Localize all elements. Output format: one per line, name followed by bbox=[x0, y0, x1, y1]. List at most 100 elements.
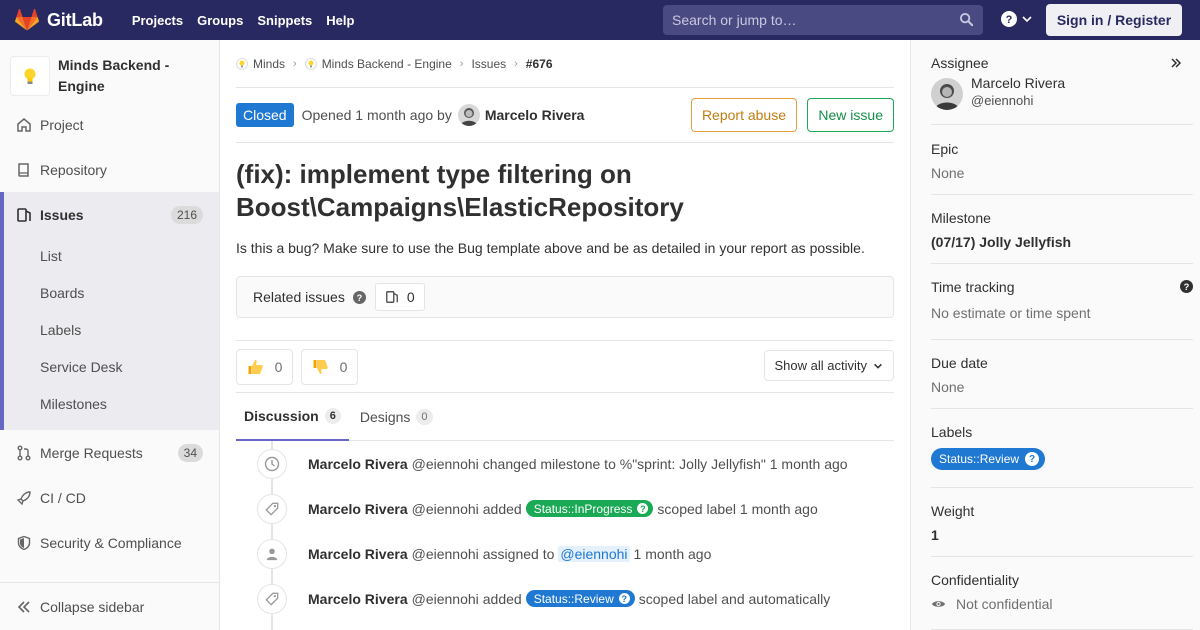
sidebar-item-label: Issues bbox=[40, 206, 84, 223]
thumbs-down-button[interactable]: 0 bbox=[301, 348, 358, 385]
tab-label: Discussion bbox=[244, 407, 319, 424]
nav-links: Projects Groups Snippets Help bbox=[125, 13, 362, 28]
nav-groups[interactable]: Groups bbox=[190, 13, 250, 28]
event-text: added bbox=[482, 500, 522, 517]
epic-title: Epic bbox=[931, 141, 959, 157]
assignee-name: Marcelo Rivera bbox=[971, 75, 1066, 91]
sidebar-item-project[interactable]: Project bbox=[0, 102, 219, 147]
sidebar-item-label: Repository bbox=[40, 161, 107, 178]
question-icon[interactable]: ? bbox=[352, 290, 366, 304]
event-username[interactable]: @eiennohi bbox=[412, 591, 479, 607]
question-icon: ? bbox=[618, 593, 630, 604]
nav-help[interactable]: Help bbox=[319, 13, 361, 28]
eye-icon bbox=[931, 601, 946, 607]
tab-count: 0 bbox=[416, 408, 433, 425]
due-date-block: Due date None bbox=[931, 355, 1193, 409]
sidebar-subitem-list[interactable]: List bbox=[0, 237, 219, 274]
assignee-title: Assignee bbox=[931, 55, 989, 71]
brand-name: GitLab bbox=[47, 9, 103, 30]
thumbs-up-icon bbox=[248, 359, 263, 374]
report-abuse-button[interactable]: Report abuse bbox=[690, 98, 797, 132]
event-author[interactable]: Marcelo Rivera bbox=[308, 546, 408, 562]
event-username[interactable]: @eiennohi bbox=[412, 546, 479, 562]
activity-filter-dropdown[interactable]: Show all activity bbox=[763, 350, 894, 381]
new-issue-button[interactable]: New issue bbox=[807, 98, 894, 132]
sidebar-item-label: CI / CD bbox=[40, 489, 86, 506]
mr-count-badge: 34 bbox=[177, 443, 203, 462]
signin-button[interactable]: Sign in / Register bbox=[1046, 4, 1182, 36]
event-author[interactable]: Marcelo Rivera bbox=[308, 591, 408, 607]
question-icon[interactable]: ? bbox=[1180, 280, 1193, 293]
user-mention[interactable]: @eiennohi bbox=[558, 545, 630, 562]
nav-snippets[interactable]: Snippets bbox=[250, 13, 319, 28]
author-name[interactable]: Marcelo Rivera bbox=[485, 107, 585, 123]
sidebar-subitem-labels[interactable]: Labels bbox=[0, 311, 219, 348]
sidebar-item-merge-requests[interactable]: Merge Requests 34 bbox=[0, 430, 219, 475]
scoped-label-inprogress[interactable]: Status::InProgress ? bbox=[525, 500, 654, 517]
sidebar-item-security[interactable]: Security & Compliance bbox=[0, 520, 219, 565]
chevron-down-icon bbox=[874, 363, 882, 369]
sidebar-item-issues[interactable]: Issues 216 bbox=[0, 192, 219, 237]
event-text: scoped label 1 month ago bbox=[657, 500, 818, 517]
scoped-label-review[interactable]: Status::Review ? bbox=[931, 448, 1046, 470]
svg-text:?: ? bbox=[356, 292, 362, 302]
tab-designs[interactable]: Designs 0 bbox=[352, 393, 441, 441]
scoped-label-review[interactable]: Status::Review ? bbox=[525, 590, 635, 607]
tab-discussion[interactable]: Discussion 6 bbox=[236, 393, 349, 441]
time-tracking-title: Time tracking bbox=[931, 279, 1015, 295]
project-avatar bbox=[10, 56, 50, 96]
assignee-user[interactable]: Marcelo Rivera @eiennohi bbox=[931, 75, 1193, 110]
book-icon bbox=[16, 162, 32, 178]
breadcrumb-minds[interactable]: Minds bbox=[236, 57, 285, 71]
sidebar-subitem-boards[interactable]: Boards bbox=[0, 274, 219, 311]
breadcrumb-label: Minds Backend - Engine bbox=[321, 56, 452, 71]
avatar[interactable] bbox=[457, 104, 480, 126]
labels-title: Labels bbox=[931, 424, 973, 440]
milestone-value[interactable]: (07/17) Jolly Jellyfish bbox=[931, 234, 1193, 250]
avatar bbox=[931, 78, 963, 110]
confidentiality-block: Confidentiality Not confidential bbox=[931, 572, 1193, 630]
event-username[interactable]: @eiennohi bbox=[412, 501, 479, 517]
breadcrumb-project[interactable]: Minds Backend - Engine bbox=[304, 56, 452, 71]
breadcrumb-label: Minds bbox=[253, 56, 286, 71]
confidentiality-value: Not confidential bbox=[956, 596, 1053, 612]
event-author[interactable]: Marcelo Rivera bbox=[308, 501, 408, 517]
issue-tabs: Discussion 6 Designs 0 bbox=[236, 393, 894, 441]
epic-value: None bbox=[931, 165, 965, 181]
breadcrumb: Minds › Minds Backend - Engine › Issues … bbox=[236, 40, 894, 88]
svg-text:?: ? bbox=[1006, 14, 1013, 26]
search-placeholder: Search or jump to… bbox=[672, 12, 797, 28]
sidebar-subitem-milestones[interactable]: Milestones bbox=[0, 385, 219, 422]
sidebar-subitem-service-desk[interactable]: Service Desk bbox=[0, 348, 219, 385]
collapse-sidebar-button[interactable]: Collapse sidebar bbox=[0, 582, 219, 630]
weight-value: 1 bbox=[931, 527, 939, 543]
discussion-timeline: Marcelo Rivera @eiennohi changed milesto… bbox=[236, 441, 894, 630]
left-sidebar: Minds Backend - Engine Project Repositor… bbox=[0, 40, 220, 630]
label-text: Status::Review bbox=[533, 591, 614, 606]
event-text: assigned to bbox=[482, 545, 555, 562]
breadcrumb-issue-number[interactable]: #676 bbox=[526, 57, 553, 71]
sidebar-item-repository[interactable]: Repository bbox=[0, 147, 219, 192]
breadcrumb-issues[interactable]: Issues bbox=[471, 57, 506, 71]
gitlab-logo[interactable]: GitLab bbox=[15, 9, 103, 31]
tag-icon bbox=[257, 493, 287, 524]
tab-count: 6 bbox=[324, 407, 341, 424]
lightbulb-icon bbox=[304, 57, 317, 70]
event-username[interactable]: @eiennohi bbox=[412, 456, 479, 472]
right-sidebar: Assignee Marcelo Rivera @eiennohi Epic N… bbox=[910, 40, 1200, 630]
sidebar-item-ci-cd[interactable]: CI / CD bbox=[0, 475, 219, 520]
chevron-right-icon: › bbox=[459, 57, 464, 70]
chevron-right-icon: › bbox=[293, 57, 297, 70]
help-dropdown[interactable]: ? bbox=[1001, 11, 1033, 27]
project-header[interactable]: Minds Backend - Engine bbox=[0, 40, 219, 102]
status-badge: Closed bbox=[236, 103, 294, 127]
nav-projects[interactable]: Projects bbox=[125, 13, 190, 28]
sidebar-item-label: Merge Requests bbox=[40, 444, 143, 461]
thumbs-up-button[interactable]: 0 bbox=[236, 348, 293, 385]
issues-icon bbox=[385, 291, 398, 303]
event-author[interactable]: Marcelo Rivera bbox=[308, 456, 408, 472]
tab-label: Designs bbox=[359, 408, 411, 425]
weight-title: Weight bbox=[931, 503, 975, 519]
search-input[interactable]: Search or jump to… bbox=[663, 5, 983, 35]
epic-block: Epic None bbox=[931, 141, 1193, 195]
